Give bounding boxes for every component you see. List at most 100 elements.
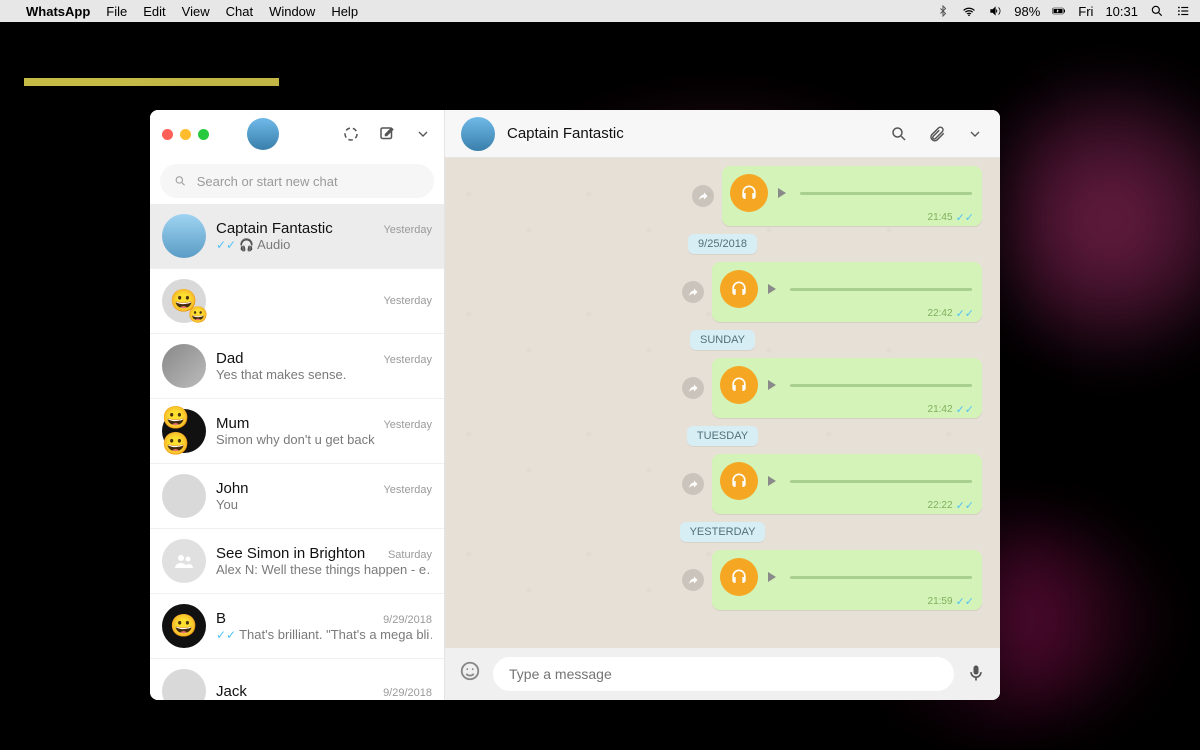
bluetooth-icon[interactable] [936, 4, 950, 18]
zoom-window-button[interactable] [198, 129, 209, 140]
forward-icon[interactable] [692, 185, 714, 207]
menu-edit[interactable]: Edit [143, 4, 165, 19]
audio-track[interactable] [790, 384, 972, 387]
audio-message-bubble[interactable]: 21:42✓✓ [712, 358, 982, 418]
chat-row-jack[interactable]: Jack9/29/2018 [150, 659, 444, 700]
chat-name: Captain Fantastic [216, 220, 333, 237]
play-icon[interactable] [768, 284, 776, 294]
chat-time: 9/29/2018 [383, 687, 432, 699]
read-tick-icon: ✓✓ [956, 307, 974, 320]
app-menu[interactable]: WhatsApp [26, 4, 90, 19]
forward-icon[interactable] [682, 281, 704, 303]
read-tick-icon: ✓✓ [956, 211, 974, 224]
search-in-chat-icon[interactable] [890, 125, 908, 143]
whatsapp-window: Captain FantasticYesterday ✓✓🎧Audio 😀😀 Y… [150, 110, 1000, 700]
chat-row-john[interactable]: JohnYesterday You [150, 464, 444, 529]
attach-icon[interactable] [928, 125, 946, 143]
menu-chat[interactable]: Chat [226, 4, 253, 19]
play-icon[interactable] [768, 572, 776, 582]
menu-view[interactable]: View [182, 4, 210, 19]
conversation-panel: Captain Fantastic 21:45✓✓ 9/25/2018 22:42✓… [445, 110, 1000, 700]
chat-name: John [216, 480, 249, 497]
conversation-header[interactable]: Captain Fantastic [445, 110, 1000, 158]
audio-message-bubble[interactable]: 22:42✓✓ [712, 262, 982, 322]
status-icon[interactable] [342, 125, 360, 143]
play-icon[interactable] [768, 380, 776, 390]
message-row: 22:42✓✓ [682, 262, 982, 322]
profile-avatar[interactable] [247, 118, 279, 150]
conversation-avatar[interactable] [461, 117, 495, 151]
read-tick-icon: ✓✓ [216, 238, 236, 252]
chat-row-mum[interactable]: 😀😀 MumYesterday Simon why don't u get ba… [150, 399, 444, 464]
audio-track[interactable] [790, 288, 972, 291]
menu-file[interactable]: File [106, 4, 127, 19]
sidebar: Captain FantasticYesterday ✓✓🎧Audio 😀😀 Y… [150, 110, 445, 700]
chat-row-group[interactable]: See Simon in BrightonSaturday Alex N: We… [150, 529, 444, 594]
menubar-time: 10:31 [1105, 4, 1138, 19]
spotlight-icon[interactable] [1150, 4, 1164, 18]
forward-icon[interactable] [682, 569, 704, 591]
audio-message-bubble[interactable]: 21:59✓✓ [712, 550, 982, 610]
chat-name: Mum [216, 415, 249, 432]
new-chat-icon[interactable] [378, 125, 396, 143]
headphone-icon [720, 366, 758, 404]
search-box[interactable] [160, 164, 434, 198]
read-tick-icon: ✓✓ [216, 628, 236, 642]
forward-icon[interactable] [682, 377, 704, 399]
chat-row[interactable]: 😀😀 Yesterday [150, 269, 444, 334]
chat-time: 9/29/2018 [383, 614, 432, 626]
avatar: 😀😀 [162, 409, 206, 453]
chat-list[interactable]: Captain FantasticYesterday ✓✓🎧Audio 😀😀 Y… [150, 204, 444, 700]
search-input[interactable] [197, 174, 420, 189]
chat-row-dad[interactable]: DadYesterday Yes that makes sense. [150, 334, 444, 399]
date-separator: 9/25/2018 [688, 234, 757, 254]
chat-time: Yesterday [383, 354, 432, 366]
avatar: 😀😀 [162, 279, 206, 323]
battery-icon[interactable] [1052, 4, 1066, 18]
sidebar-header [150, 110, 444, 158]
chat-preview: Alex N: Well these things happen - e… [216, 562, 432, 577]
mic-button[interactable] [966, 663, 986, 686]
chat-row-captain-fantastic[interactable]: Captain FantasticYesterday ✓✓🎧Audio [150, 204, 444, 269]
audio-track[interactable] [790, 480, 972, 483]
emoji-button[interactable] [459, 660, 481, 688]
play-icon[interactable] [768, 476, 776, 486]
composer [445, 648, 1000, 700]
audio-track[interactable] [790, 576, 972, 579]
wallpaper-smoke [980, 90, 1200, 350]
menu-help[interactable]: Help [331, 4, 358, 19]
messages-area[interactable]: 21:45✓✓ 9/25/2018 22:42✓✓ SUNDAY 21:42✓✓ TUES… [445, 158, 1000, 648]
avatar [162, 669, 206, 700]
menu-chevron-icon[interactable] [414, 125, 432, 143]
message-row: 22:22✓✓ [682, 454, 982, 514]
headphone-icon [730, 174, 768, 212]
avatar [162, 474, 206, 518]
minimize-window-button[interactable] [180, 129, 191, 140]
audio-track[interactable] [800, 192, 972, 195]
close-window-button[interactable] [162, 129, 173, 140]
forward-icon[interactable] [682, 473, 704, 495]
chat-preview: ✓✓That's brilliant. "That's a mega bli… [216, 627, 432, 642]
wallpaper-stripe [24, 78, 279, 86]
headphone-icon [720, 270, 758, 308]
message-input[interactable] [493, 657, 954, 691]
chat-name: Dad [216, 350, 244, 367]
avatar [162, 344, 206, 388]
headphone-icon [720, 558, 758, 596]
audio-message-bubble[interactable]: 22:22✓✓ [712, 454, 982, 514]
chat-row[interactable]: 😀 B9/29/2018 ✓✓That's brilliant. "That's… [150, 594, 444, 659]
volume-icon[interactable] [988, 4, 1002, 18]
conversation-menu-icon[interactable] [966, 125, 984, 143]
date-separator: TUESDAY [687, 426, 758, 446]
play-icon[interactable] [778, 188, 786, 198]
audio-message-bubble[interactable]: 21:45✓✓ [722, 166, 982, 226]
chat-preview: Simon why don't u get back [216, 432, 432, 447]
menubar-day: Fri [1078, 4, 1093, 19]
wifi-icon[interactable] [962, 4, 976, 18]
date-separator: SUNDAY [690, 330, 755, 350]
battery-percent: 98% [1014, 4, 1040, 19]
menu-extras-icon[interactable] [1176, 4, 1190, 18]
menu-window[interactable]: Window [269, 4, 315, 19]
chat-time: Yesterday [383, 295, 432, 307]
message-row: 21:59✓✓ [682, 550, 982, 610]
